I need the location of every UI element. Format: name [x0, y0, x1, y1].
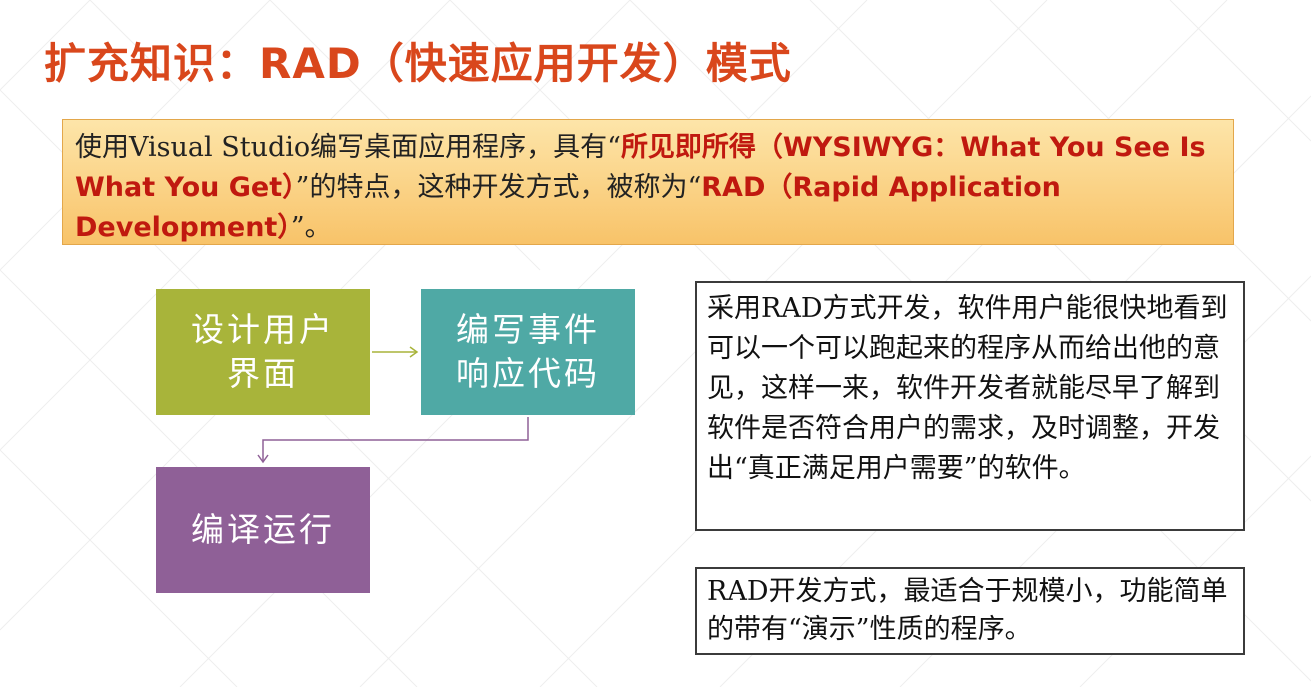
step-write-handlers-line1: 编写事件	[456, 310, 600, 349]
step-write-handlers-line2: 响应代码	[456, 354, 600, 393]
step-design-ui-line1: 设计用户	[191, 310, 335, 349]
step-write-handlers: 编写事件 响应代码	[421, 289, 635, 415]
note-rad-benefits: 采用RAD方式开发，软件用户能很快地看到可以一个可以跑起来的程序从而给出他的意见…	[695, 281, 1245, 531]
step-compile-run: 编译运行	[156, 467, 370, 593]
arrow-code-to-compile	[262, 417, 529, 461]
step-design-ui: 设计用户 界面	[156, 289, 370, 415]
step-design-ui-line2: 界面	[227, 354, 299, 393]
note-rad-suitability: RAD开发方式，最适合于规模小，功能简单的带有“演示”性质的程序。	[695, 567, 1245, 655]
step-compile-run-label: 编译运行	[191, 510, 335, 549]
